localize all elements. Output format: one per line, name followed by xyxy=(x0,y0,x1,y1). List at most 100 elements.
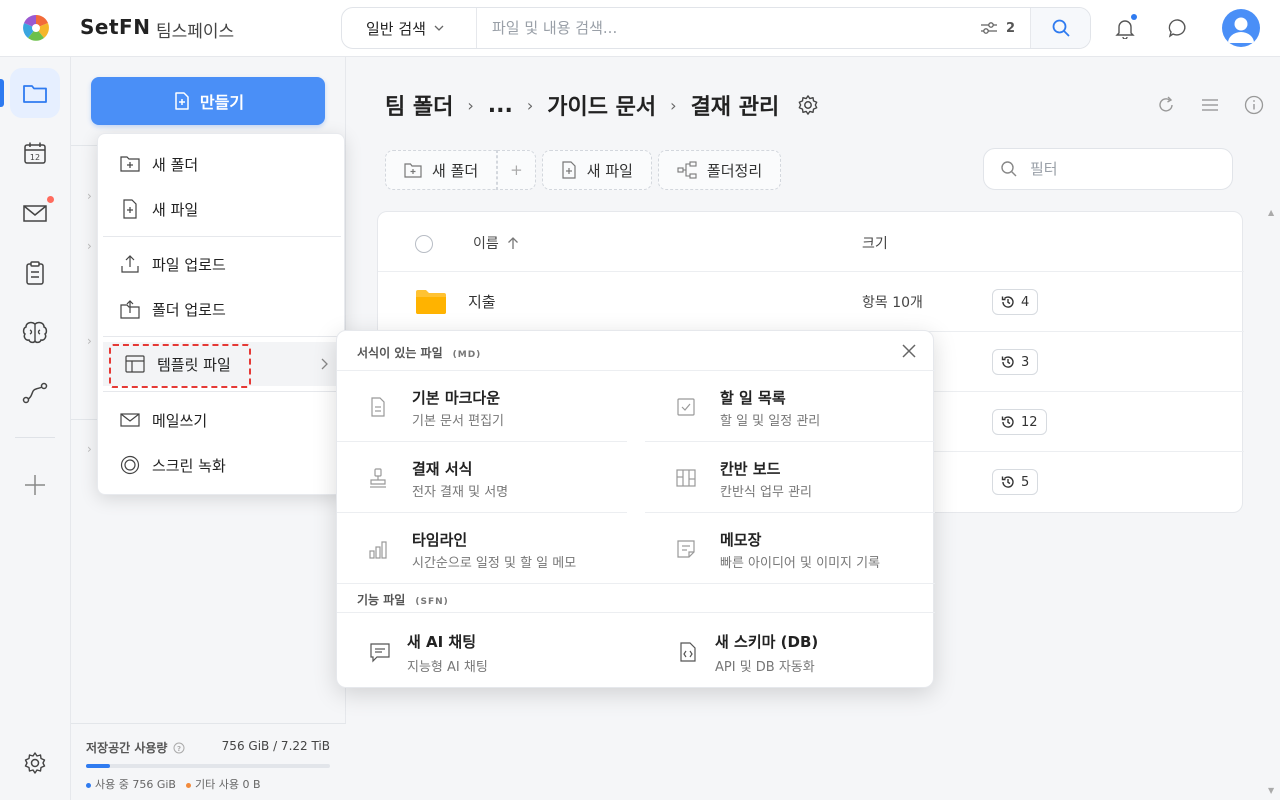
select-all-checkbox[interactable] xyxy=(415,235,433,253)
search-button[interactable] xyxy=(1030,8,1090,48)
table-row[interactable]: 지출 항목 10개 4 xyxy=(378,272,1244,332)
folder-upload-icon xyxy=(120,300,140,319)
template-desc: 칸반식 업무 관리 xyxy=(720,485,812,500)
menu-item-new-file[interactable]: 새 파일 xyxy=(98,187,346,231)
search-mode-select[interactable]: 일반 검색 xyxy=(342,8,477,48)
notification-dot xyxy=(1131,14,1137,20)
close-icon[interactable] xyxy=(901,343,917,359)
breadcrumb-item-guide[interactable]: 가이드 문서 xyxy=(547,89,656,121)
rail-item-ai[interactable] xyxy=(10,308,60,358)
function-desc: 지능형 AI 채팅 xyxy=(407,660,488,675)
calendar-icon: 12 xyxy=(24,142,46,164)
template-todo-list[interactable]: 할 일 목록 할 일 및 일정 관리 xyxy=(645,371,935,441)
chevron-right-icon[interactable]: › xyxy=(87,239,97,253)
menu-label: 새 파일 xyxy=(152,200,199,219)
breadcrumb-item-ellipsis[interactable]: ... xyxy=(488,93,513,118)
refresh-button[interactable] xyxy=(1155,94,1177,116)
note-icon xyxy=(677,540,695,558)
menu-item-screen-record[interactable]: 스크린 녹화 xyxy=(98,443,346,487)
version-history-badge[interactable]: 3 xyxy=(992,349,1039,375)
chat-bubble-icon xyxy=(1168,19,1186,38)
menu-item-template-file[interactable]: 템플릿 파일 xyxy=(103,342,343,388)
filter-input[interactable] xyxy=(1030,160,1210,178)
app-logo[interactable] xyxy=(22,14,50,42)
version-count: 4 xyxy=(1021,294,1030,310)
user-icon xyxy=(1228,17,1254,43)
template-basic-markdown[interactable]: 기본 마크다운 기본 문서 편집기 xyxy=(337,371,627,441)
breadcrumb-item-team-folder[interactable]: 팀 폴더 xyxy=(385,89,453,121)
menu-item-upload-file[interactable]: 파일 업로드 xyxy=(98,242,346,286)
search-mode-label: 일반 검색 xyxy=(366,19,426,38)
rail-item-files[interactable] xyxy=(10,68,60,118)
notification-button[interactable] xyxy=(1111,14,1139,42)
storage-legend-other: 기타 사용 0 B xyxy=(185,776,261,792)
search-input[interactable] xyxy=(492,17,962,39)
chevron-right-icon[interactable]: › xyxy=(87,189,97,203)
search-filter-toggle[interactable]: 2 xyxy=(980,18,1015,38)
chat-button[interactable] xyxy=(1164,14,1192,42)
search-icon xyxy=(1001,161,1017,177)
version-count: 5 xyxy=(1021,474,1030,490)
storage-usage: 저장공간 사용량 ? 756 GiB / 7.22 TiB 사용 중 756 G… xyxy=(71,723,346,800)
chevron-down-icon xyxy=(434,25,444,31)
template-approval-form[interactable]: 결재 서식 전자 결재 및 서명 xyxy=(337,442,627,512)
rail-item-calendar[interactable]: 12 xyxy=(10,128,60,178)
storage-progress-fill xyxy=(86,764,111,768)
sort-by-name[interactable]: 이름 xyxy=(473,233,519,253)
hierarchy-icon xyxy=(677,161,697,179)
organize-folder-button[interactable]: 폴더정리 xyxy=(657,150,782,190)
storage-value: 756 GiB / 7.22 TiB xyxy=(221,739,330,753)
version-history-badge[interactable]: 5 xyxy=(992,469,1039,495)
list-view-button[interactable] xyxy=(1199,94,1221,116)
new-file-icon xyxy=(562,161,576,179)
record-icon xyxy=(120,455,140,475)
folder-settings-icon[interactable] xyxy=(797,94,819,116)
version-history-badge[interactable]: 4 xyxy=(992,289,1039,315)
menu-item-upload-folder[interactable]: 폴더 업로드 xyxy=(98,287,346,331)
icon-rail: 12 xyxy=(0,57,71,800)
chevron-right-icon[interactable]: › xyxy=(87,442,97,456)
col-size-label[interactable]: 크기 xyxy=(862,233,888,253)
create-button[interactable]: 만들기 xyxy=(91,77,325,125)
help-circle-icon[interactable]: ? xyxy=(173,742,185,754)
template-memo-pad[interactable]: 메모장 빠른 아이디어 및 이미지 기록 xyxy=(645,513,935,583)
clipboard-icon xyxy=(26,261,44,285)
rail-item-tasks[interactable] xyxy=(10,248,60,298)
function-new-ai-chat[interactable]: 새 AI 채팅 지능형 AI 채팅 xyxy=(337,621,627,691)
file-toolbar: 새 폴더 + 새 파일 폴더정리 xyxy=(385,150,782,190)
chat-icon xyxy=(370,643,390,663)
chevron-right-icon[interactable]: › xyxy=(87,334,97,348)
rail-add-button[interactable] xyxy=(10,460,60,510)
new-folder-icon xyxy=(404,163,422,178)
template-timeline[interactable]: 타임라인 시간순으로 일정 및 할 일 메모 xyxy=(337,513,627,583)
new-folder-icon xyxy=(120,156,140,172)
menu-item-new-folder[interactable]: 새 폴더 xyxy=(98,142,346,186)
section-title: 서식이 있는 파일 xyxy=(357,346,443,360)
rail-settings-button[interactable] xyxy=(10,738,60,788)
info-button[interactable] xyxy=(1243,94,1265,116)
rail-item-workflow[interactable] xyxy=(10,368,60,418)
brand-name[interactable]: SetFN xyxy=(80,15,150,39)
version-history-badge[interactable]: 12 xyxy=(992,409,1047,435)
section-function-files: 기능 파일 (SFN) xyxy=(357,591,449,608)
template-title: 결재 서식 xyxy=(412,460,473,478)
user-avatar[interactable] xyxy=(1222,9,1260,47)
new-folder-button[interactable]: 새 폴더 xyxy=(385,150,498,190)
scroll-up-arrow[interactable]: ▲ xyxy=(1268,208,1274,217)
new-file-button[interactable]: 새 파일 xyxy=(541,150,652,190)
breadcrumb-separator: › xyxy=(467,95,474,115)
rail-item-mail[interactable] xyxy=(10,188,60,238)
organize-folder-label: 폴더정리 xyxy=(706,161,763,180)
menu-label: 파일 업로드 xyxy=(152,255,226,274)
create-button-label: 만들기 xyxy=(199,95,245,112)
menu-item-write-mail[interactable]: 메일쓰기 xyxy=(98,398,346,442)
workspace-name[interactable]: 팀스페이스 xyxy=(156,17,234,42)
menu-label: 새 폴더 xyxy=(152,155,199,174)
add-dropdown-button[interactable]: + xyxy=(497,150,536,190)
template-kanban-board[interactable]: 칸반 보드 칸반식 업무 관리 xyxy=(645,442,935,512)
row-name[interactable]: 지출 xyxy=(468,291,496,312)
scroll-down-arrow[interactable]: ▼ xyxy=(1268,786,1274,795)
chevron-right-icon xyxy=(321,358,328,370)
function-new-schema[interactable]: 새 스키마 (DB) API 및 DB 자동화 xyxy=(645,621,935,691)
section-title: 기능 파일 xyxy=(357,593,406,607)
